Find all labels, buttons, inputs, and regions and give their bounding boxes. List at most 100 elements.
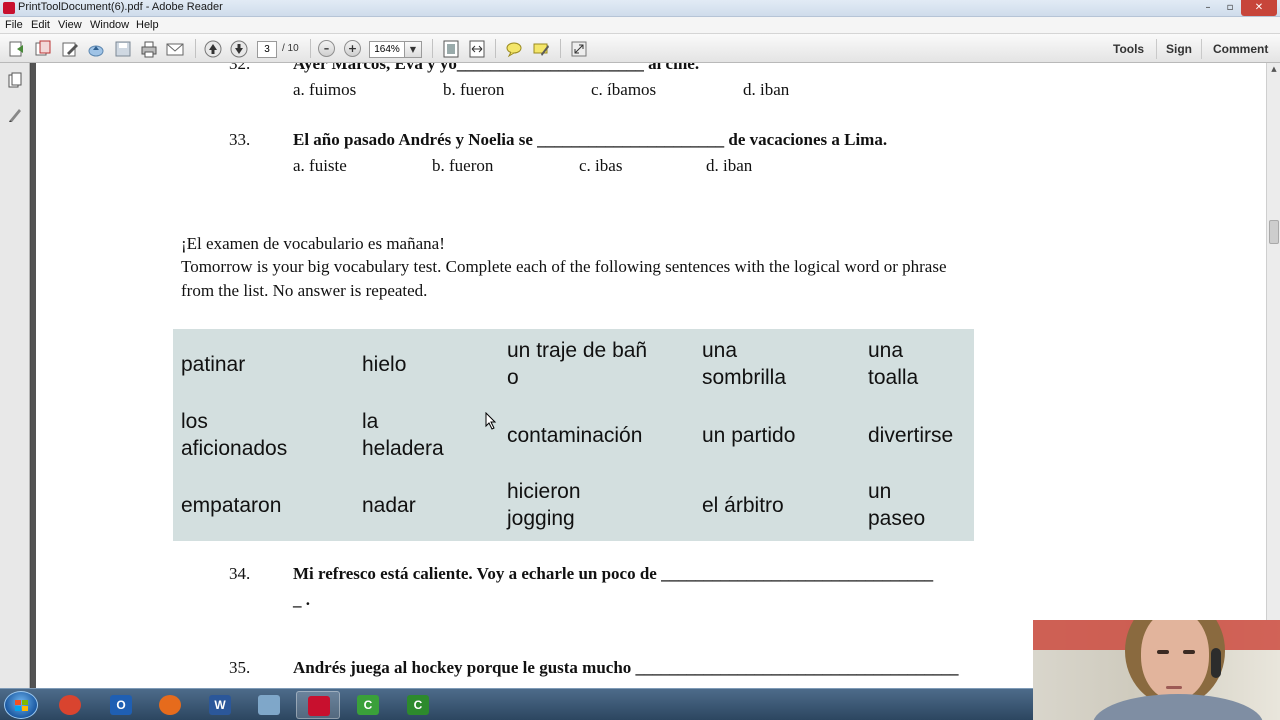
toolbar-separator xyxy=(432,39,433,58)
mouse-cursor-icon xyxy=(485,412,497,430)
word-bank-cell: divertirse xyxy=(868,423,954,447)
camtasia-studio-icon: C xyxy=(407,695,429,715)
toolbar-separator xyxy=(560,39,561,58)
signature-pen-icon[interactable] xyxy=(8,106,22,122)
highlight-icon[interactable] xyxy=(532,40,550,58)
menu-edit[interactable]: Edit xyxy=(31,19,50,31)
print-icon[interactable] xyxy=(140,40,158,58)
word-bank-cell: una toalla xyxy=(868,339,919,389)
sign-button[interactable]: Sign xyxy=(1166,42,1192,56)
expand-icon[interactable] xyxy=(570,40,588,58)
webcam-headset xyxy=(1211,648,1221,678)
toolbar: 3 / 10 – + 164% ▼ Tools Sign Comment xyxy=(0,34,1280,63)
windows-logo-icon xyxy=(15,700,28,711)
webcam-person-mouth xyxy=(1166,686,1182,689)
taskbar-firefox[interactable] xyxy=(148,691,192,719)
answer-option: b. fueron xyxy=(443,80,505,99)
question-text: Mi refresco está caliente. Voy a echarle… xyxy=(293,564,934,583)
page-thumbnails-icon[interactable] xyxy=(8,72,22,88)
webcam-person-shirt xyxy=(1093,694,1263,720)
tools-button[interactable]: Tools xyxy=(1113,42,1144,56)
zoom-dropdown-button[interactable]: ▼ xyxy=(405,41,422,58)
menu-window[interactable]: Window xyxy=(90,19,129,31)
save-icon[interactable] xyxy=(114,40,132,58)
answer-option: c. íbamos xyxy=(591,80,657,99)
maximize-button[interactable]: ▫ xyxy=(1219,0,1241,16)
zoom-out-button[interactable]: – xyxy=(318,40,335,57)
question-number: 35. xyxy=(229,658,251,677)
word-bank-cell: patinar xyxy=(181,352,246,376)
taskbar-adobe-reader[interactable] xyxy=(296,691,340,719)
question-text-continuation: _ . xyxy=(293,590,310,609)
email-icon[interactable] xyxy=(166,40,184,58)
fit-page-icon[interactable] xyxy=(442,40,460,58)
instructions-line: from the list. No answer is repeated. xyxy=(181,281,428,300)
navigation-panel xyxy=(0,63,30,688)
word-bank-cell: un traje de bañ o xyxy=(507,339,648,389)
section-heading: ¡El examen de vocabulario es mañana! xyxy=(181,234,445,253)
paint-icon xyxy=(258,695,280,715)
start-button[interactable] xyxy=(4,691,38,719)
firefox-icon xyxy=(159,695,181,715)
fit-width-icon[interactable] xyxy=(468,40,486,58)
answer-option: a. fuimos xyxy=(293,80,357,99)
close-button[interactable]: ✕ xyxy=(1241,0,1277,16)
word-bank-table: patinar hielo un traje de bañ o una sombril… xyxy=(173,329,974,541)
answer-option: a. fuiste xyxy=(293,156,347,175)
word-bank-cell: una sombrilla xyxy=(702,339,787,389)
word-bank-cell: empataron xyxy=(181,493,282,517)
menu-view[interactable]: View xyxy=(58,19,82,31)
answer-option: d. iban xyxy=(706,156,753,175)
taskbar-word[interactable]: W xyxy=(198,691,242,719)
page-number-input[interactable]: 3 xyxy=(257,41,277,58)
word-bank-cell: el árbitro xyxy=(702,493,784,517)
scroll-thumb[interactable] xyxy=(1269,220,1279,244)
zoom-level-input[interactable]: 164% xyxy=(369,41,405,58)
next-page-icon[interactable] xyxy=(230,40,248,58)
question-number: 32. xyxy=(229,63,251,73)
camtasia-recorder-icon: C xyxy=(357,695,379,715)
document-view[interactable]: 32. Ayer Marcos, Eva y yo_______________… xyxy=(31,63,1266,688)
word-bank-cell: nadar xyxy=(362,493,416,517)
word-bank-cell: un partido xyxy=(702,423,796,447)
toolbar-separator xyxy=(195,39,196,58)
edit-icon[interactable] xyxy=(61,40,79,58)
word-bank-cell: los aficionados xyxy=(181,410,288,460)
sticky-note-icon[interactable] xyxy=(505,40,523,58)
word-bank-cell: contaminación xyxy=(507,423,643,447)
create-pdf-icon[interactable] xyxy=(8,40,26,58)
answer-option: c. ibas xyxy=(579,156,623,175)
combine-icon[interactable] xyxy=(34,40,52,58)
taskbar-paint[interactable] xyxy=(247,691,291,719)
chrome-icon xyxy=(59,695,81,715)
word-bank-cell: hicieron jogging xyxy=(507,480,581,530)
adobe-reader-icon xyxy=(308,696,330,716)
taskbar-outlook[interactable]: O xyxy=(99,691,143,719)
webcam-person-eye xyxy=(1157,650,1169,654)
menu-bar: File Edit View Window Help xyxy=(0,17,1280,34)
webcam-overlay xyxy=(1033,620,1280,720)
taskbar-camtasia-recorder[interactable]: C xyxy=(346,691,390,719)
outlook-icon: O xyxy=(110,695,132,715)
taskbar-camtasia-studio[interactable]: C xyxy=(396,691,440,719)
vertical-scrollbar[interactable]: ▲ ▼ xyxy=(1266,63,1280,688)
menu-file[interactable]: File xyxy=(5,19,23,31)
pdf-page: 32. Ayer Marcos, Eva y yo_______________… xyxy=(36,63,1266,688)
taskbar-chrome[interactable] xyxy=(48,691,92,719)
adobe-reader-icon xyxy=(3,2,15,14)
toolbar-separator xyxy=(310,39,311,58)
cloud-upload-icon[interactable] xyxy=(87,40,105,58)
webcam-person-eye xyxy=(1183,650,1195,654)
question-text: Andrés juega al hockey porque le gusta m… xyxy=(293,658,959,677)
question-number: 34. xyxy=(229,564,251,583)
scroll-up-arrow-icon[interactable]: ▲ xyxy=(1269,65,1279,75)
menu-help[interactable]: Help xyxy=(136,19,159,31)
answer-option: b. fueron xyxy=(432,156,494,175)
toolbar-separator xyxy=(1156,39,1157,59)
comment-button[interactable]: Comment xyxy=(1213,42,1268,56)
previous-page-icon[interactable] xyxy=(204,40,222,58)
word-bank-cell: un paseo xyxy=(868,480,926,530)
zoom-in-button[interactable]: + xyxy=(344,40,361,57)
minimize-button[interactable]: – xyxy=(1197,0,1219,16)
word-bank-cell: hielo xyxy=(362,352,407,376)
